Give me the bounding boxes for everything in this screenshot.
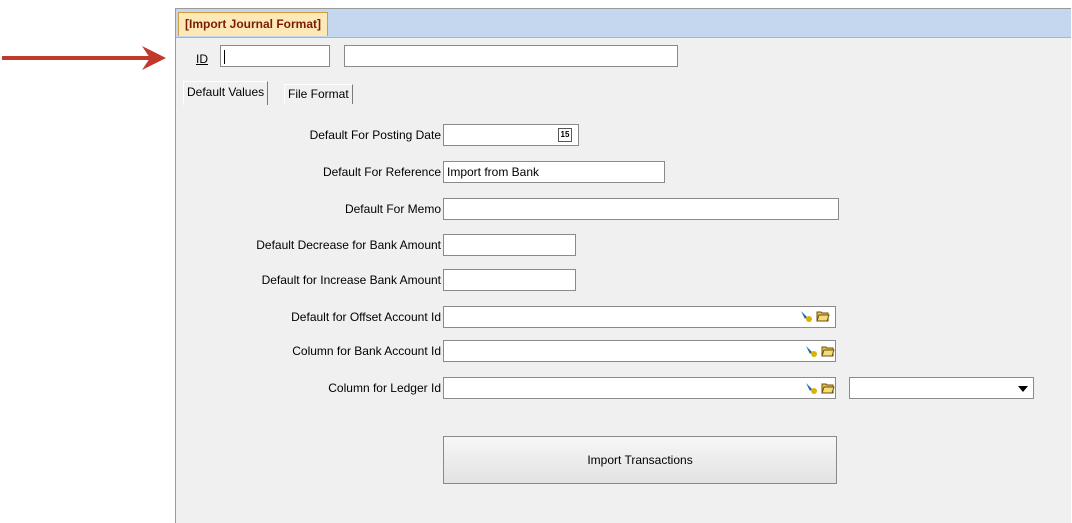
increase-amount-label: Default for Increase Bank Amount — [261, 273, 441, 287]
import-transactions-button[interactable]: Import Transactions — [443, 436, 837, 484]
id-description-input[interactable] — [344, 45, 678, 67]
decrease-amount-input[interactable] — [443, 234, 576, 256]
ledger-label: Column for Ledger Id — [328, 381, 441, 395]
memo-label: Default For Memo — [344, 202, 441, 216]
lookup-arrow-icon[interactable] — [804, 381, 818, 395]
chevron-down-icon[interactable] — [1018, 386, 1028, 392]
text-cursor — [224, 49, 225, 64]
calendar-icon[interactable]: 15 — [558, 128, 572, 142]
reference-label: Default For Reference — [322, 165, 441, 179]
folder-open-icon[interactable] — [821, 344, 835, 358]
lookup-arrow-icon[interactable] — [804, 344, 818, 358]
increase-amount-input[interactable] — [443, 269, 576, 291]
id-input[interactable] — [220, 45, 330, 67]
folder-open-icon[interactable] — [816, 309, 830, 323]
posting-date-label: Default For Posting Date — [309, 128, 441, 142]
tab-file-format[interactable]: File Format — [284, 84, 353, 104]
ledger-dropdown[interactable] — [849, 377, 1034, 399]
folder-open-icon[interactable] — [821, 381, 835, 395]
window-title[interactable]: [Import Journal Format] — [178, 12, 329, 36]
import-journal-format-window: [Import Journal Format] ID Default Value… — [175, 8, 1071, 523]
bank-account-label: Column for Bank Account Id — [292, 344, 441, 358]
reference-input[interactable]: Import from Bank — [443, 161, 665, 183]
ledger-input[interactable] — [443, 377, 836, 399]
tab-default-values[interactable]: Default Values — [183, 81, 269, 105]
decrease-amount-label: Default Decrease for Bank Amount — [256, 238, 441, 252]
offset-account-input[interactable] — [443, 306, 836, 328]
pointer-arrow-icon — [2, 46, 166, 70]
offset-account-label: Default for Offset Account Id — [291, 310, 441, 324]
window-titlebar: [Import Journal Format] — [176, 9, 1071, 38]
id-label: ID — [196, 52, 208, 66]
bank-account-input[interactable] — [443, 340, 836, 362]
lookup-arrow-icon[interactable] — [799, 309, 813, 323]
memo-input[interactable] — [443, 198, 839, 220]
